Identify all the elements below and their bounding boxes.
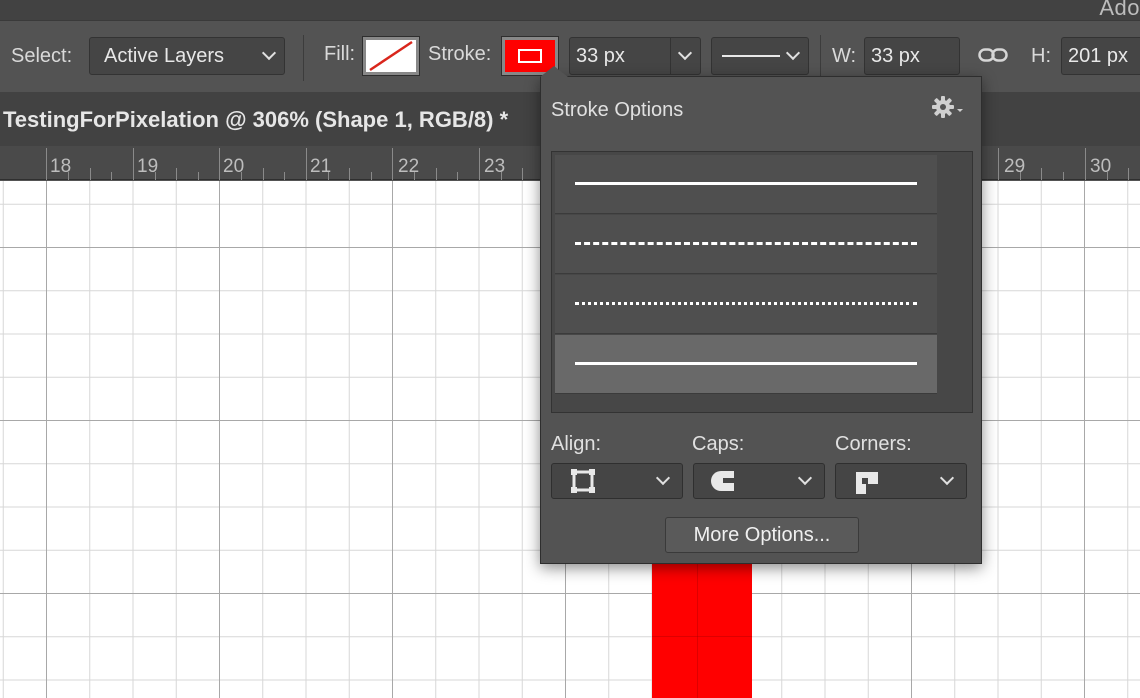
title-strip: Ado	[0, 0, 1140, 20]
link-icon[interactable]	[978, 46, 1008, 64]
app-title: Ado	[1099, 0, 1140, 20]
chevron-down-icon	[677, 45, 693, 61]
gear-icon[interactable]	[931, 95, 965, 121]
caps-dropdown[interactable]	[693, 463, 825, 499]
stroke-width-field[interactable]: 33 px	[569, 37, 701, 75]
no-fill-slash-icon	[369, 40, 413, 72]
stroke-style-solid-selected[interactable]	[555, 335, 937, 394]
ruler-minor-tick	[436, 168, 437, 180]
ruler-tick	[998, 148, 999, 180]
ruler-minor-tick	[371, 172, 372, 180]
ruler-minor-tick	[90, 168, 91, 180]
ruler-minor-tick	[241, 172, 242, 180]
corner-miter-icon	[856, 472, 878, 494]
dashed-line-preview	[575, 242, 917, 245]
h-label: H:	[1031, 45, 1051, 67]
width-value: 33 px	[871, 45, 920, 67]
ruler-tick	[46, 148, 47, 180]
ruler-minor-tick	[111, 172, 112, 180]
stroke-style-dashed[interactable]	[555, 215, 937, 274]
ruler-tick	[479, 148, 480, 180]
caps-label: Caps:	[692, 433, 745, 455]
fill-swatch[interactable]	[362, 36, 420, 76]
grid-line	[652, 636, 752, 637]
width-field[interactable]: 33 px	[864, 37, 960, 75]
cap-round-icon	[711, 471, 734, 491]
ruler-minor-tick	[414, 172, 415, 180]
ruler-tick	[133, 148, 134, 180]
styles-scrollbar[interactable]	[939, 152, 972, 412]
ruler-minor-tick	[1107, 172, 1108, 180]
align-inside-icon	[571, 469, 595, 493]
stroke-options-panel: Stroke Options Align: Caps: Corners: Mor…	[540, 66, 982, 564]
ruler-tick	[306, 148, 307, 180]
popup-pointer	[540, 66, 568, 77]
ruler-minor-tick	[68, 172, 69, 180]
ruler-minor-tick	[198, 172, 199, 180]
corners-label: Corners:	[835, 433, 912, 455]
align-dropdown[interactable]	[551, 463, 683, 499]
ruler-tick	[1085, 148, 1086, 180]
more-options-button[interactable]: More Options...	[665, 517, 859, 553]
stroke-width-dropdown-button[interactable]	[670, 38, 700, 74]
dotted-line-preview	[575, 302, 917, 305]
w-label: W:	[832, 45, 857, 67]
align-label: Align:	[551, 433, 602, 455]
ruler-minor-tick	[349, 168, 350, 180]
corners-dropdown[interactable]	[835, 463, 967, 499]
ruler-minor-tick	[328, 172, 329, 180]
ruler-minor-tick	[522, 168, 523, 180]
fill-label: Fill:	[324, 43, 356, 65]
divider	[303, 35, 304, 81]
height-field[interactable]: 201 px	[1061, 37, 1140, 75]
ruler-minor-tick	[1063, 172, 1064, 180]
chevron-down-icon	[261, 45, 277, 61]
select-value: Active Layers	[104, 45, 225, 67]
document-title: TestingForPixelation @ 306% (Shape 1, RG…	[3, 107, 509, 132]
stroke-options-title: Stroke Options	[551, 99, 684, 121]
stroke-styles-list	[551, 151, 973, 413]
ruler-minor-tick	[176, 168, 177, 180]
chevron-down-icon	[939, 470, 955, 486]
ruler-minor-tick	[501, 172, 502, 180]
select-label: Select:	[11, 45, 73, 67]
stroke-style-dotted[interactable]	[555, 275, 937, 334]
stroke-label: Stroke:	[428, 43, 492, 65]
ruler-minor-tick	[263, 168, 264, 180]
select-dropdown[interactable]: Active Layers	[89, 37, 285, 75]
stroke-box-icon	[518, 49, 542, 63]
ruler-label: 22	[398, 156, 420, 177]
ruler-minor-tick	[1041, 168, 1042, 180]
chevron-down-icon	[785, 45, 801, 61]
ruler-minor-tick	[1128, 168, 1129, 180]
ruler-minor-tick	[284, 172, 285, 180]
stroke-style-solid[interactable]	[555, 155, 937, 214]
ruler-tick	[219, 148, 220, 180]
solid-line-preview	[575, 182, 917, 185]
chevron-down-icon	[655, 470, 671, 486]
chevron-down-icon	[797, 470, 813, 486]
stroke-width-value: 33 px	[576, 45, 625, 67]
ruler-minor-tick	[1020, 172, 1021, 180]
stroke-type-dropdown[interactable]	[711, 37, 809, 75]
ruler-label: 29	[1004, 156, 1026, 177]
ruler-tick	[392, 148, 393, 180]
divider	[820, 35, 821, 81]
height-value: 201 px	[1068, 45, 1129, 67]
ruler-minor-tick	[457, 172, 458, 180]
ruler-minor-tick	[155, 172, 156, 180]
solid-line-preview	[575, 362, 917, 365]
stroke-type-solid-line-icon	[722, 55, 780, 57]
